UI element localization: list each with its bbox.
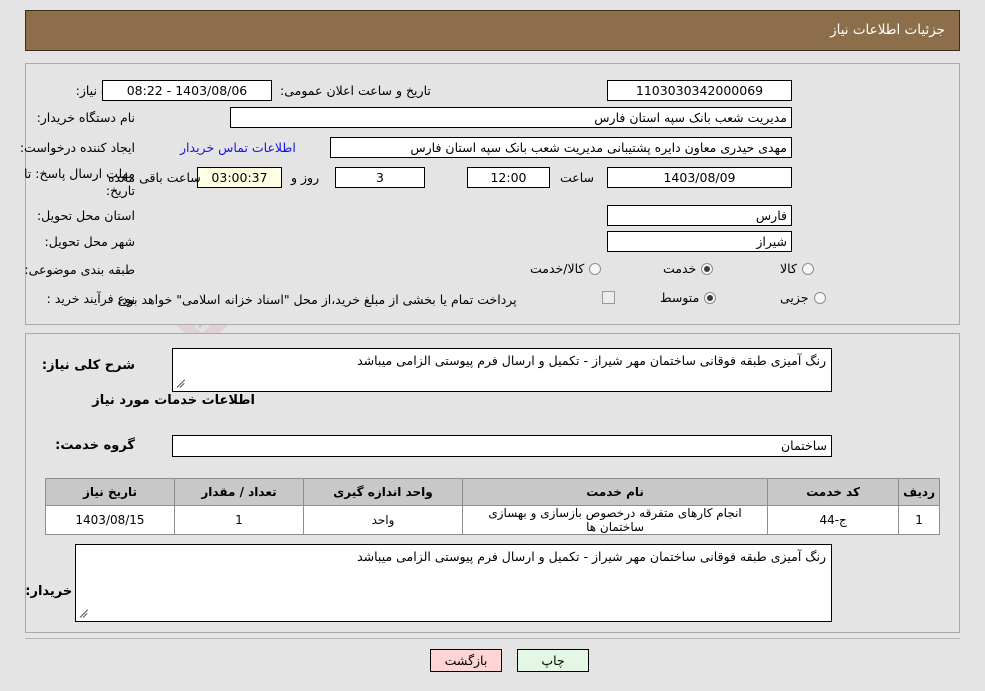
- radio-category-kala[interactable]: کالا: [780, 261, 814, 276]
- treasury-bonds-checkbox[interactable]: [602, 291, 615, 304]
- delivery-province-label: استان محل تحویل:: [36, 208, 135, 223]
- resize-grip-icon[interactable]: [176, 379, 186, 389]
- cell-row-no: 1: [898, 505, 940, 535]
- cell-service-name: انجام کارهای متفرقه درخصوص بازسازی و بهس…: [461, 505, 769, 535]
- radio-label: کالا: [780, 261, 797, 276]
- delivery-city-label: شهر محل تحویل:: [44, 234, 135, 249]
- deadline-time-label: ساعت: [560, 170, 595, 185]
- treasury-bonds-text: پرداخت تمام یا بخشی از مبلغ خرید،از محل …: [118, 292, 517, 307]
- general-description-label: شرح کلی نیاز:: [41, 358, 135, 373]
- col-service-code: کد خدمت: [767, 478, 900, 506]
- radio-process-jozee[interactable]: جزیی: [780, 290, 826, 305]
- general-description-textarea[interactable]: رنگ آمیزی طبقه فوقانی ساختمان مهر شیراز …: [172, 348, 832, 392]
- back-button[interactable]: بازگشت: [430, 649, 502, 672]
- deadline-time-field[interactable]: 12:00: [467, 167, 550, 188]
- buyer-notes-textarea[interactable]: رنگ آمیزی طبقه فوقانی ساختمان مهر شیراز …: [75, 544, 832, 622]
- radio-process-motevaset[interactable]: متوسط: [660, 290, 717, 305]
- col-unit: واحد اندازه گیری: [303, 478, 463, 506]
- radio-indicator: [589, 262, 602, 275]
- col-row-no: ردیف: [898, 478, 940, 506]
- buyer-org-field[interactable]: مدیریت شعب بانک سپه استان فارس: [230, 107, 792, 128]
- countdown-label: ساعت باقی مانده: [108, 170, 201, 185]
- remaining-days-field[interactable]: 3: [335, 167, 425, 188]
- service-group-label: گروه خدمت:: [55, 438, 135, 453]
- radio-category-kala-khedmat[interactable]: کالا/خدمت: [530, 261, 602, 276]
- services-section-heading: اطلاعات خدمات مورد نیاز: [92, 393, 255, 408]
- radio-category-khedmat[interactable]: خدمت: [663, 261, 714, 276]
- delivery-province-field[interactable]: فارس: [607, 205, 792, 226]
- cell-quantity: 1: [174, 505, 304, 535]
- subject-category-label: طبقه بندی موضوعی:: [24, 262, 135, 277]
- table-header-row: ردیف کد خدمت نام خدمت واحد اندازه گیری ت…: [45, 478, 940, 506]
- page-root: AriaTender.net جزئیات اطلاعات نیاز شماره…: [0, 0, 985, 691]
- cell-need-date: 1403/08/15: [45, 505, 175, 535]
- general-description-text: رنگ آمیزی طبقه فوقانی ساختمان مهر شیراز …: [357, 353, 826, 368]
- col-service-name: نام خدمت: [461, 478, 769, 506]
- radio-label: خدمت: [663, 261, 697, 276]
- remaining-days-label: روز و: [291, 170, 320, 185]
- table-row[interactable]: 1 ج-44 انجام کارهای متفرقه درخصوص بازساز…: [45, 505, 940, 535]
- need-summary-panel: [25, 63, 960, 325]
- col-need-date: تاریخ نیاز: [45, 478, 175, 506]
- col-quantity: تعداد / مقدار: [174, 478, 304, 506]
- page-title: جزئیات اطلاعات نیاز: [830, 22, 945, 38]
- request-creator-label: ایجاد کننده درخواست:: [19, 140, 135, 155]
- deadline-date-field[interactable]: 1403/08/09: [607, 167, 792, 188]
- cell-service-code: ج-44: [767, 505, 900, 535]
- service-group-field[interactable]: ساختمان: [172, 435, 832, 457]
- delivery-city-field[interactable]: شیراز: [607, 231, 792, 252]
- buyer-org-label: نام دستگاه خریدار:: [36, 110, 135, 125]
- print-button[interactable]: چاپ: [517, 649, 589, 672]
- request-creator-field[interactable]: مهدی حیدری معاون دایره پشتیبانی مدیریت ش…: [330, 137, 792, 158]
- services-table: ردیف کد خدمت نام خدمت واحد اندازه گیری ت…: [45, 478, 940, 535]
- resize-grip-icon[interactable]: [79, 609, 89, 619]
- radio-label: جزیی: [780, 290, 809, 305]
- radio-indicator: [701, 262, 714, 275]
- public-announce-label: تاریخ و ساعت اعلان عمومی:: [280, 83, 431, 98]
- buyer-notes-text: رنگ آمیزی طبقه فوقانی ساختمان مهر شیراز …: [357, 549, 826, 564]
- radio-indicator: [704, 291, 717, 304]
- public-announce-field[interactable]: 1403/08/06 - 08:22: [102, 80, 272, 101]
- radio-indicator: [801, 262, 814, 275]
- radio-indicator: [813, 291, 826, 304]
- cell-unit: واحد: [303, 505, 463, 535]
- window-titlebar: جزئیات اطلاعات نیاز: [25, 10, 960, 51]
- need-number-field[interactable]: 1103030342000069: [607, 80, 792, 101]
- footer-divider: [25, 638, 960, 639]
- deadline-label-line2: تاریخ:: [105, 183, 135, 198]
- countdown-field[interactable]: 03:00:37: [197, 167, 282, 188]
- buyer-contact-link[interactable]: اطلاعات تماس خریدار: [180, 140, 296, 155]
- radio-label: کالا/خدمت: [530, 261, 585, 276]
- radio-label: متوسط: [660, 290, 700, 305]
